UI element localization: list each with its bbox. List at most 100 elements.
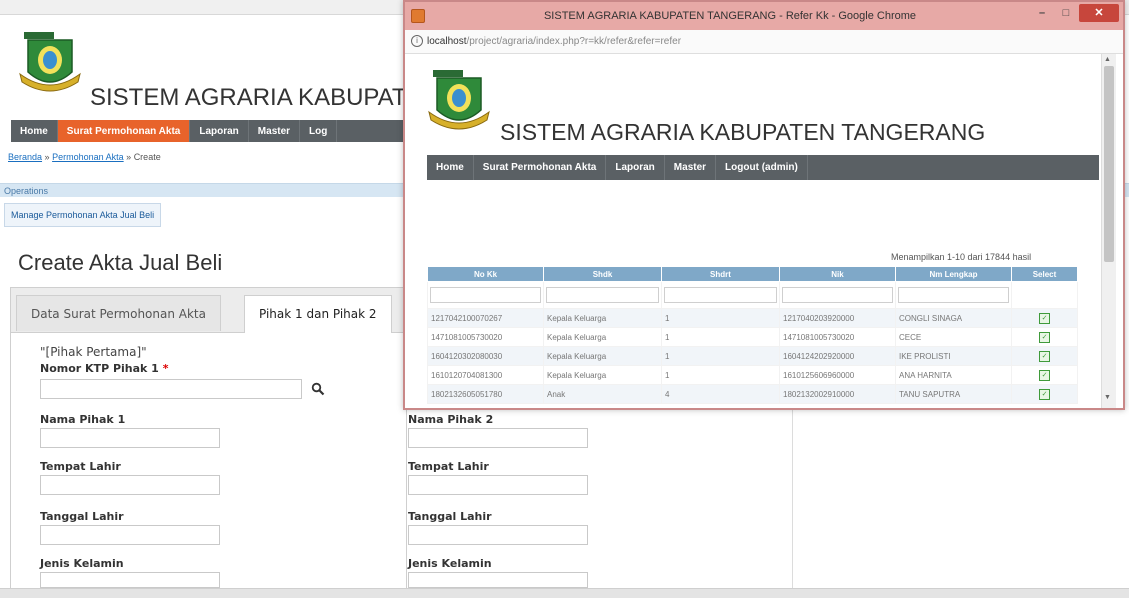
close-button[interactable]: ✕	[1079, 4, 1119, 22]
nav-home[interactable]: Home	[427, 155, 474, 180]
table-row: 1802132605051780 Anak 4 1802132002910000…	[427, 384, 1078, 404]
table-row: 1610120704081300 Kepala Keluarga 1 16101…	[427, 365, 1078, 385]
nav-master[interactable]: Master	[249, 120, 301, 142]
search-icon[interactable]	[311, 382, 325, 396]
column-header-nm-lengkap[interactable]: Nm Lengkap	[895, 266, 1012, 282]
manage-akta-link[interactable]: Manage Permohonan Akta Jual Beli	[4, 203, 162, 227]
cell-nm-lengkap: TANU SAPUTRA	[895, 384, 1012, 404]
table-row: 1217042100070267 Kepala Keluarga 1 12170…	[427, 308, 1078, 328]
breadcrumb: Beranda » Permohonan Akta » Create	[8, 152, 161, 162]
nama-pihak-1-input[interactable]	[40, 428, 220, 448]
popup-titlebar[interactable]: SISTEM AGRARIA KABUPATEN TANGERANG - Ref…	[405, 2, 1123, 30]
filter-cell	[427, 281, 544, 309]
grid-header-row: No Kk Shdk Shdrt Nik Nm Lengkap Select	[427, 266, 1078, 282]
nomor-ktp-label-text: Nomor KTP Pihak 1	[40, 362, 159, 375]
cell-nik: 1610125606960000	[779, 365, 896, 385]
filter-shdk-input[interactable]	[546, 287, 659, 303]
tempat-lahir-1-label: Tempat Lahir	[40, 460, 121, 473]
cell-nm-lengkap: ANA HARNITA	[895, 365, 1012, 385]
info-icon[interactable]: i	[411, 35, 423, 48]
popup-navbar: Home Surat Permohonan Akta Laporan Maste…	[427, 155, 1099, 180]
tempat-lahir-2-input[interactable]	[408, 475, 588, 495]
cell-no-kk: 1217042100070267	[427, 308, 544, 328]
breadcrumb-parent-link[interactable]: Permohonan Akta	[52, 152, 124, 162]
kk-grid-table: No Kk Shdk Shdrt Nik Nm Lengkap Select 1…	[427, 266, 1078, 404]
popup-window-title: SISTEM AGRARIA KABUPATEN TANGERANG - Ref…	[543, 10, 917, 22]
nama-pihak-2-label: Nama Pihak 2	[408, 413, 494, 426]
jenis-kelamin-2-label: Jenis Kelamin	[408, 557, 492, 570]
nav-home[interactable]: Home	[11, 120, 58, 142]
refer-kk-popup-window: SISTEM AGRARIA KABUPATEN TANGERANG - Ref…	[403, 0, 1125, 410]
scroll-up-arrow-icon[interactable]: ▲	[1104, 56, 1111, 63]
check-icon[interactable]: ✓	[1039, 312, 1050, 324]
scroll-down-arrow-icon[interactable]: ▼	[1104, 394, 1111, 401]
nav-logout[interactable]: Log	[300, 120, 338, 142]
cell-shdrt: 1	[661, 365, 780, 385]
filter-nm-lengkap-input[interactable]	[898, 287, 1009, 303]
column-header-select: Select	[1011, 266, 1078, 282]
cell-shdk: Kepala Keluarga	[543, 327, 662, 347]
filter-no-kk-input[interactable]	[430, 287, 541, 303]
filter-shdrt-input[interactable]	[664, 287, 777, 303]
minimize-button[interactable]: –	[1031, 4, 1053, 22]
pihak-pertama-heading: "[Pihak Pertama]"	[40, 345, 147, 359]
required-marker: *	[162, 362, 169, 375]
tempat-lahir-1-input[interactable]	[40, 475, 220, 495]
tempat-lahir-2-label: Tempat Lahir	[408, 460, 489, 473]
filter-nik-input[interactable]	[782, 287, 893, 303]
breadcrumb-home-link[interactable]: Beranda	[8, 152, 42, 162]
cell-nm-lengkap: CECE	[895, 327, 1012, 347]
nav-surat-permohonan-akta[interactable]: Surat Permohonan Akta	[57, 120, 191, 142]
table-row: 1604120302080030 Kepala Keluarga 1 16041…	[427, 346, 1078, 366]
popup-site-title: SISTEM AGRARIA KABUPATEN TANGERANG	[500, 119, 986, 145]
filter-cell	[1011, 281, 1078, 309]
jenis-kelamin-2-input[interactable]	[408, 572, 588, 588]
cell-nm-lengkap: CONGLI SINAGA	[895, 308, 1012, 328]
cell-shdk: Kepala Keluarga	[543, 346, 662, 366]
popup-scrollbar[interactable]: ▲ ▼	[1101, 54, 1116, 408]
nama-pihak-2-input[interactable]	[408, 428, 588, 448]
result-summary: Menampilkan 1-10 dari 17844 hasil	[891, 252, 1032, 262]
address-bar[interactable]: i localhost/project/agraria/index.php?r=k…	[405, 30, 1123, 54]
nav-master[interactable]: Master	[665, 155, 717, 180]
grid-filter-row	[427, 281, 1078, 309]
cell-nik: 1604124202920000	[779, 346, 896, 366]
cell-select: ✓	[1011, 327, 1078, 347]
check-icon[interactable]: ✓	[1039, 331, 1050, 343]
page: SISTEM AGRARIA KABUPAT Home Surat Permoh…	[0, 0, 1129, 598]
nama-pihak-1-label: Nama Pihak 1	[40, 413, 126, 426]
cell-nik: 1471081005730020	[779, 327, 896, 347]
tanggal-lahir-1-input[interactable]	[40, 525, 220, 545]
cell-shdrt: 1	[661, 308, 780, 328]
maximize-button[interactable]: □	[1055, 4, 1077, 22]
column-header-no-kk[interactable]: No Kk	[427, 266, 544, 282]
content-divider	[792, 408, 793, 588]
tab-data-surat-permohonan[interactable]: Data Surat Permohonan Akta	[16, 295, 221, 331]
popup-scrollbar-thumb[interactable]	[1104, 66, 1114, 262]
cell-shdrt: 1	[661, 346, 780, 366]
tab-pihak-1-dan-2[interactable]: Pihak 1 dan Pihak 2	[244, 295, 392, 333]
nav-laporan[interactable]: Laporan	[606, 155, 665, 180]
check-icon[interactable]: ✓	[1039, 350, 1050, 362]
check-icon[interactable]: ✓	[1039, 388, 1050, 400]
cell-shdrt: 4	[661, 384, 780, 404]
breadcrumb-current: Create	[133, 152, 161, 162]
column-header-shdrt[interactable]: Shdrt	[661, 266, 780, 282]
tabs-strip: Data Surat Permohonan Akta Pihak 1 dan P…	[11, 288, 406, 333]
column-header-shdk[interactable]: Shdk	[543, 266, 662, 282]
check-icon[interactable]: ✓	[1039, 369, 1050, 381]
filter-cell	[543, 281, 662, 309]
nav-logout[interactable]: Logout (admin)	[716, 155, 808, 180]
main-navbar: Home Surat Permohonan Akta Laporan Maste…	[11, 120, 403, 142]
cell-no-kk: 1610120704081300	[427, 365, 544, 385]
filter-cell	[779, 281, 896, 309]
nomor-ktp-input[interactable]	[40, 379, 302, 399]
tanggal-lahir-2-input[interactable]	[408, 525, 588, 545]
column-header-nik[interactable]: Nik	[779, 266, 896, 282]
jenis-kelamin-1-input[interactable]	[40, 572, 220, 588]
address-host: localhost	[427, 36, 467, 47]
cell-no-kk: 1802132605051780	[427, 384, 544, 404]
nav-surat-permohonan-akta[interactable]: Surat Permohonan Akta	[474, 155, 607, 180]
nav-laporan[interactable]: Laporan	[190, 120, 249, 142]
cell-shdrt: 1	[661, 327, 780, 347]
